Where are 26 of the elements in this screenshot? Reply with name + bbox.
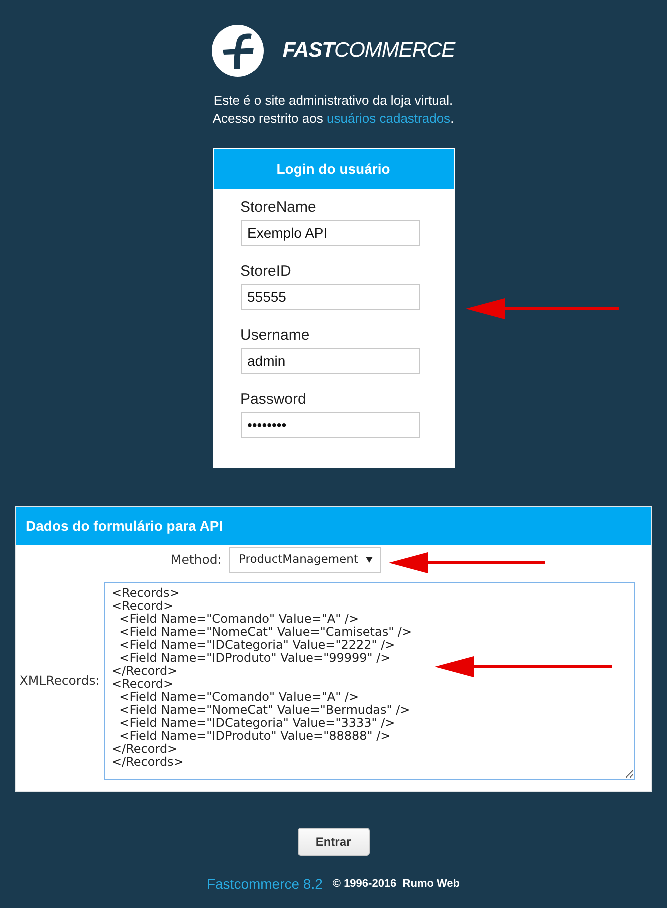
method-label: Method: — [170, 550, 222, 569]
arrow-icon — [466, 298, 619, 320]
text-input[interactable]: 55555 — [240, 284, 420, 310]
logo-wordmark: FASTCOMMERCE — [282, 38, 456, 64]
login-header: Login do usuário — [214, 149, 454, 189]
caret-down-icon — [366, 557, 373, 563]
registered-users-link[interactable]: usuários cadastrados — [326, 111, 451, 126]
intro-text: Este é o site administrativo da loja virtual. — [214, 92, 454, 110]
submit-button[interactable]: Entrar — [298, 828, 370, 856]
field-label: StoreID — [240, 263, 292, 281]
copyright-text: © 1996-2016 Rumo Web — [332, 876, 460, 892]
text-input[interactable]: admin — [240, 348, 420, 374]
xml-records-label: XMLRecords: — [20, 672, 100, 690]
field-label: Password — [240, 391, 308, 409]
method-select[interactable]: ProductManagement — [229, 547, 381, 573]
arrow-icon — [435, 656, 612, 678]
arrow-icon — [389, 552, 545, 574]
password-input[interactable]: •••••••• — [240, 412, 420, 438]
panel-header: Dados do formulário para API — [16, 507, 651, 545]
version-text: Fastcommerce 8.2 — [206, 875, 323, 893]
text-input[interactable]: Exemplo API — [240, 220, 420, 246]
logo-icon — [212, 25, 264, 77]
field-label: Username — [240, 327, 311, 345]
xml-records-field[interactable]: <Records> <Record> <Field Name="Comando" Value="A" /> <Field Name="NomeCat" Value="Camisetas" /> <Field Name="IDCategoria" Value="2222" /> <Field Name="IDProduto" Value="99999" /> </Record> <Record> <Field Name="Comando" Value="A" /> <Field Name="NomeCat" Value="Bermudas" /> <Field Name="IDCategoria" Value="3333" /> <Field Name="IDProduto" Value="88888" /> </Record> </Records> — [104, 582, 635, 780]
access-notice: Acesso restrito aos usuários cadastrados. — [212, 110, 454, 128]
field-label: StoreName — [240, 199, 318, 217]
